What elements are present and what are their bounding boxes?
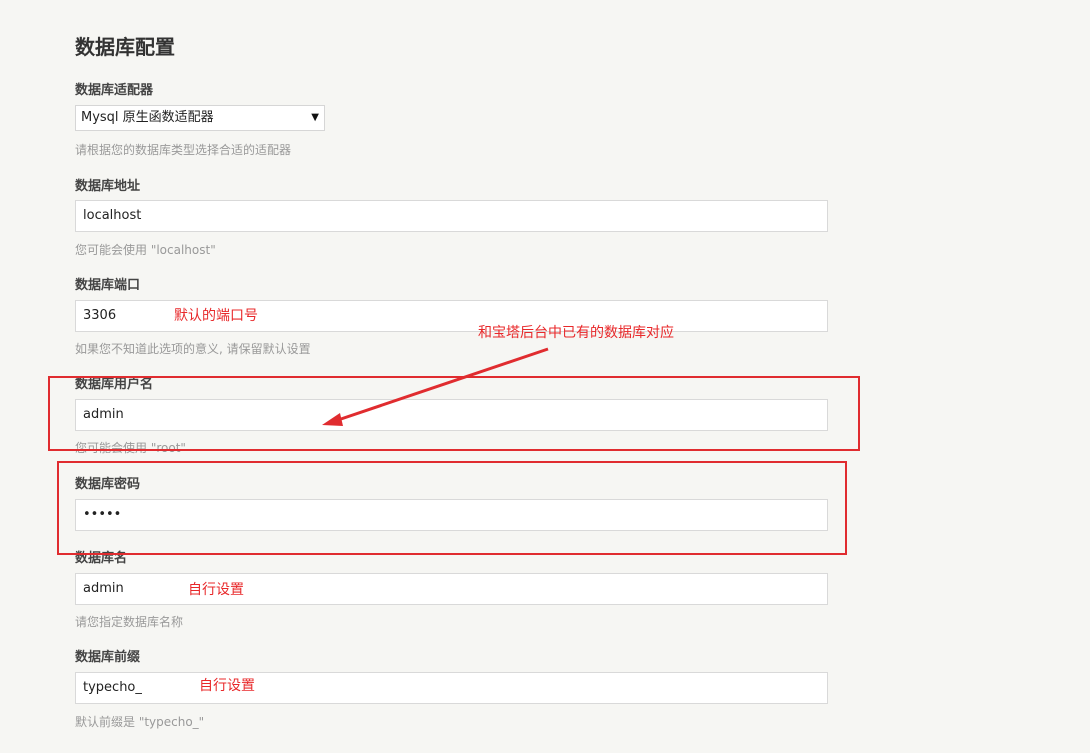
arrow-head-icon: [322, 413, 343, 426]
arrow-line: [334, 347, 549, 423]
annotation-arrow: [322, 347, 549, 426]
